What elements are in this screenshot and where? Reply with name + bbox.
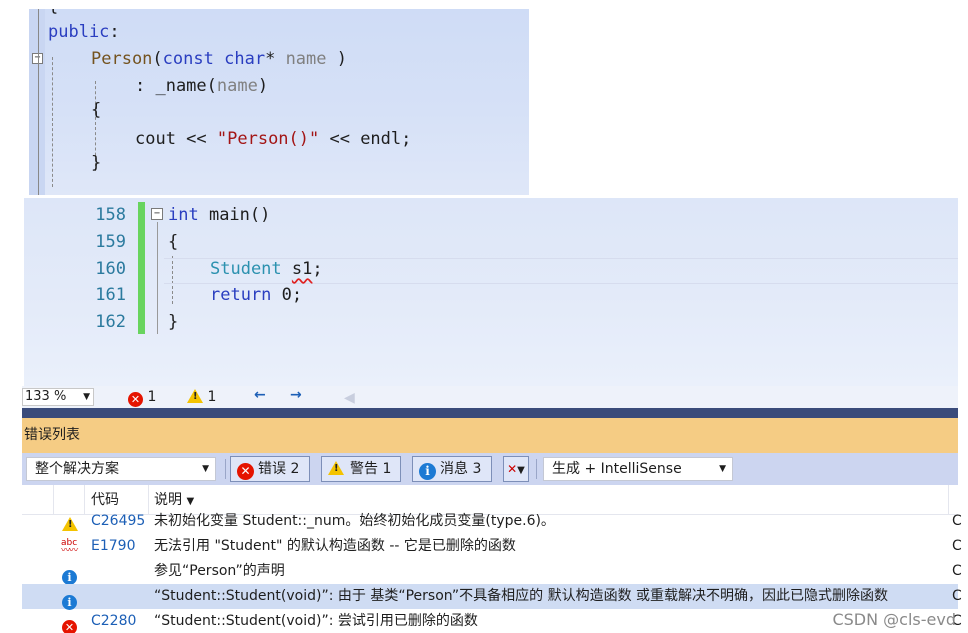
code-line: }: [91, 153, 102, 173]
error-list-row[interactable]: ! C26495 未初始化变量 Student::_num。始终初始化成员变量(…: [22, 509, 962, 534]
line-number: 160: [95, 259, 126, 279]
line-number: 158: [95, 205, 126, 225]
scope-dropdown[interactable]: 整个解决方案 ▼: [26, 457, 216, 481]
filter-icon[interactable]: ✕▼: [503, 456, 529, 482]
code-line: {: [168, 232, 179, 252]
code-line: : _name(name): [135, 76, 269, 96]
collapse-toggle-icon[interactable]: −: [151, 208, 163, 220]
warning-count-indicator[interactable]: ! 1: [187, 388, 216, 406]
toolbar-separator: [225, 459, 226, 479]
sort-arrow-icon: ▼: [186, 496, 195, 507]
error-list-row[interactable]: i 参见“Person”的声明 C: [22, 559, 962, 585]
warning-icon: !: [187, 389, 203, 403]
error-list-row[interactable]: ✕ C2280 “Student::Student(void)”: 尝试引用已删…: [22, 609, 962, 633]
error-squiggle: s1: [291, 259, 313, 279]
code-editor-snippet-person[interactable]: − { public: Person(const char* name ) : …: [29, 9, 529, 195]
info-icon: i: [419, 463, 436, 480]
chevron-down-icon: ▼: [719, 464, 726, 474]
error-list-row[interactable]: abc 〰〰 E1790 无法引用 "Student" 的默认构造函数 -- 它是…: [22, 534, 962, 559]
code-line: }: [168, 312, 179, 332]
line-number-gutter: 158 159 160 161 162: [24, 198, 136, 386]
code-editor-snippet-main[interactable]: 158 159 160 161 162 − int main() { Stude…: [24, 198, 958, 386]
error-icon: ✕: [62, 613, 77, 633]
build-source-dropdown[interactable]: 生成 + IntelliSense ▼: [543, 457, 733, 481]
error-icon: ✕: [237, 463, 254, 480]
error-list-panel: 错误列表 整个解决方案 ▼ ✕ 错误 2 ! 警告 1 i 消息 3 ✕▼ 生成 + I…: [22, 408, 962, 633]
toolbar-separator: [536, 459, 537, 479]
code-line: int main(): [168, 205, 271, 225]
line-number: 161: [95, 285, 126, 305]
previous-issue-button[interactable]: ←: [254, 386, 266, 404]
code-line: Person(const char* name ): [91, 49, 347, 69]
error-count-indicator[interactable]: ✕ 1: [128, 388, 156, 407]
code-line: public:: [48, 22, 120, 42]
error-list-title[interactable]: 错误列表: [22, 418, 958, 453]
error-list-row-selected[interactable]: i “Student::Student(void)”: 由于 基类“Person…: [22, 584, 962, 610]
chevron-down-icon: ▼: [202, 464, 209, 474]
code-line: Student s1;: [210, 259, 323, 279]
panel-divider: [22, 408, 958, 418]
line-number: 162: [95, 312, 126, 332]
warnings-filter-button[interactable]: ! 警告 1: [321, 456, 401, 482]
error-list-toolbar: 整个解决方案 ▼ ✕ 错误 2 ! 警告 1 i 消息 3 ✕▼ 生成 + Intell…: [22, 453, 958, 485]
watermark: CSDN @cls-evd: [832, 610, 956, 629]
outline-guide: [38, 9, 39, 195]
next-issue-button[interactable]: →: [290, 386, 302, 404]
code-line: cout << "Person()" << endl;: [135, 129, 412, 149]
error-icon: ✕: [128, 392, 143, 407]
messages-filter-button[interactable]: i 消息 3: [412, 456, 492, 482]
scroll-left-icon[interactable]: ◀: [344, 389, 355, 407]
change-tracking-bar: [138, 202, 145, 334]
code-line: return 0;: [210, 285, 303, 305]
line-number: 159: [95, 232, 126, 252]
zoom-select[interactable]: 133 % ▼: [22, 388, 94, 406]
errors-filter-button[interactable]: ✕ 错误 2: [230, 456, 310, 482]
warning-icon: !: [328, 461, 344, 475]
editor-gutter: [29, 9, 45, 195]
indent-guide: [52, 57, 53, 187]
code-line: {: [48, 9, 58, 17]
code-line: {: [91, 100, 102, 120]
chevron-down-icon: ▼: [83, 392, 90, 402]
outline-guide: [157, 222, 158, 334]
editor-status-bar: 133 % ▼ ✕ 1 ! 1 ← → ◀: [22, 386, 958, 408]
